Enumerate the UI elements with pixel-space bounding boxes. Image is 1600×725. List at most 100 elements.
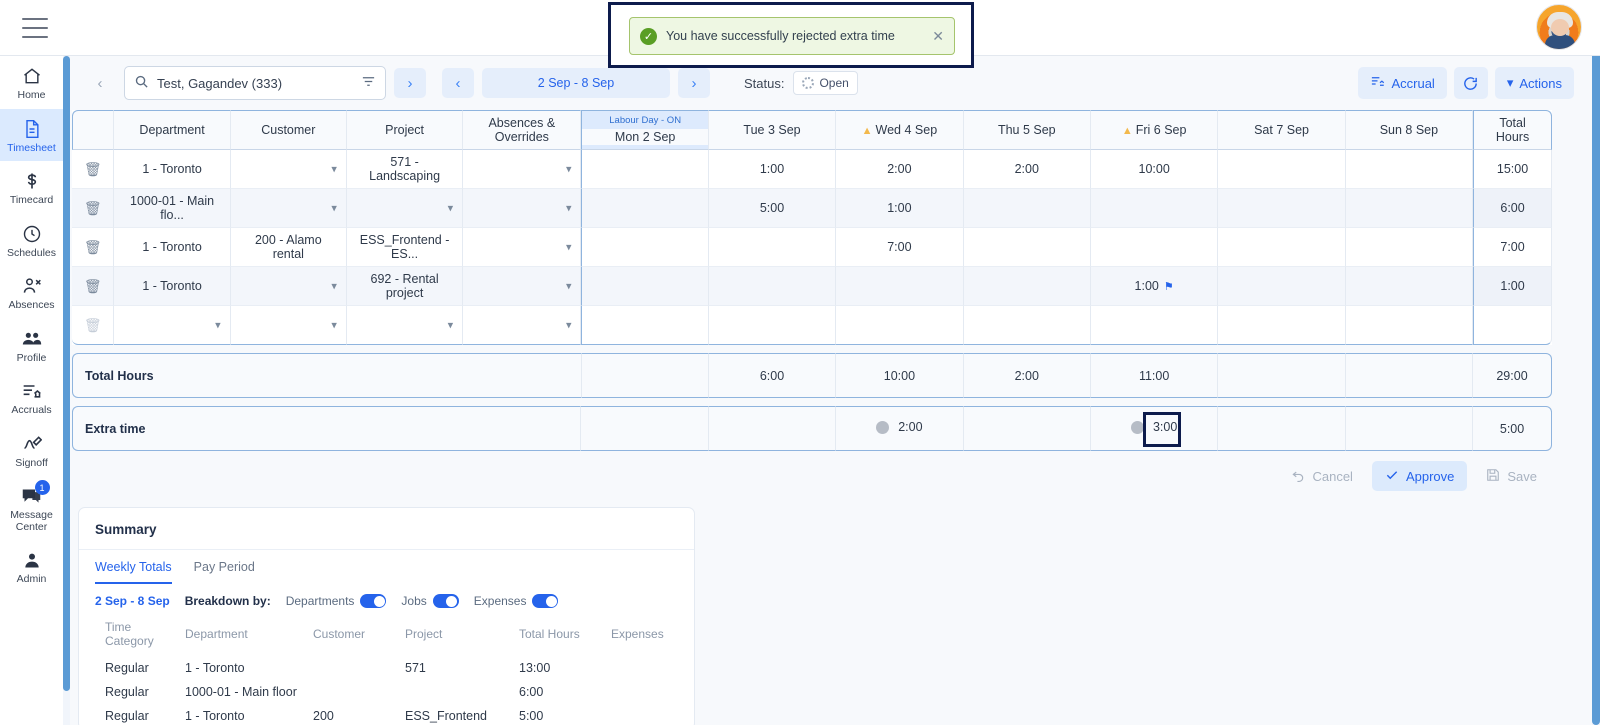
hamburger-icon[interactable] (22, 17, 48, 38)
trash-icon[interactable]: 🗑 (84, 200, 102, 216)
tab-weekly-totals[interactable]: Weekly Totals (95, 560, 172, 584)
cell-hours-tue[interactable] (708, 267, 837, 306)
delete-row-button[interactable]: 🗑 (72, 189, 115, 228)
cell-hours-thu[interactable] (963, 228, 1091, 267)
cell-hours-mon[interactable] (581, 150, 709, 189)
toggle-switch[interactable] (432, 594, 459, 608)
search-input[interactable]: Test, Gagandev (333) (157, 76, 353, 91)
cell-hours-fri[interactable]: 1:00 ⚑ (1090, 267, 1219, 306)
cell-hours-wed[interactable]: 1:00 (836, 189, 964, 228)
extra-thu[interactable] (963, 406, 1091, 451)
header-department[interactable]: Department (114, 110, 231, 150)
extra-wed[interactable]: 2:00 (836, 406, 964, 451)
approve-button[interactable]: Approve (1371, 461, 1468, 491)
cell-hours-tue[interactable] (708, 306, 837, 345)
cell-project[interactable]: 692 - Rental project (346, 267, 464, 306)
cell-hours-thu[interactable] (963, 267, 1091, 306)
sidebar-item-schedules[interactable]: Schedules (0, 214, 63, 267)
cell-department[interactable]: ▾ (114, 306, 231, 345)
cell-hours-mon[interactable] (581, 228, 709, 267)
cell-project[interactable]: 571 - Landscaping (346, 150, 464, 189)
cell-hours-sun[interactable] (1345, 267, 1474, 306)
delete-row-button[interactable]: 🗑 (72, 150, 115, 189)
cell-absences[interactable]: ▾ (463, 267, 582, 306)
header-day-wed[interactable]: ▲ Wed 4 Sep (836, 110, 964, 150)
sidebar-item-admin[interactable]: Admin (0, 540, 63, 593)
cell-customer[interactable]: ▾ (230, 306, 347, 345)
trash-icon[interactable]: 🗑 (84, 239, 102, 255)
cell-hours-sun[interactable] (1345, 306, 1474, 345)
header-absences-overrides[interactable]: Absences & Overrides (463, 110, 582, 150)
cell-customer[interactable]: ▾ (230, 267, 347, 306)
cell-hours-sat[interactable] (1218, 306, 1346, 345)
sidebar-item-accruals[interactable]: Accruals (0, 371, 63, 424)
toggle-jobs[interactable]: Jobs (401, 594, 459, 608)
cell-hours-sun[interactable] (1345, 228, 1474, 267)
cell-hours-wed[interactable]: 2:00 (836, 150, 964, 189)
gray-dot-icon[interactable] (876, 420, 890, 434)
cell-hours-fri[interactable] (1090, 306, 1219, 345)
cell-project[interactable]: ▾ (346, 189, 464, 228)
delete-row-button[interactable]: 🗑 (72, 228, 115, 267)
cell-hours-wed[interactable]: 7:00 (836, 228, 964, 267)
header-day-mon[interactable]: Labour Day - ON Mon 2 Sep (581, 110, 709, 150)
extra-fri[interactable]: 3:00 (1090, 406, 1219, 451)
cell-customer[interactable]: ▾ (230, 189, 347, 228)
refresh-icon[interactable] (1453, 67, 1488, 99)
cancel-button[interactable]: Cancel (1278, 461, 1365, 491)
next-period-button[interactable]: › (678, 68, 710, 98)
filter-icon[interactable] (361, 74, 376, 92)
cell-customer[interactable]: ▾ (230, 150, 347, 189)
cell-project[interactable]: ESS_Frontend - ES... (346, 228, 464, 267)
extra-tue[interactable] (708, 406, 837, 451)
cell-hours-fri[interactable] (1090, 189, 1219, 228)
actions-button[interactable]: ▾ Actions (1494, 67, 1574, 99)
cell-project[interactable]: ▾ (346, 306, 464, 345)
sidebar-item-signoff[interactable]: Signoff (0, 424, 63, 477)
toggle-switch[interactable] (360, 594, 387, 608)
save-button[interactable]: Save (1473, 461, 1550, 491)
header-day-tue[interactable]: Tue 3 Sep (708, 110, 837, 150)
cell-hours-sun[interactable] (1345, 189, 1474, 228)
prev-employee-button[interactable]: ‹ (84, 68, 116, 98)
period-selector[interactable]: 2 Sep - 8 Sep (482, 68, 670, 98)
header-customer[interactable]: Customer (230, 110, 347, 150)
toggle-switch[interactable] (532, 594, 559, 608)
cell-customer[interactable]: 200 - Alamo rental (230, 228, 347, 267)
extra-sat[interactable] (1218, 406, 1346, 451)
cell-department[interactable]: 1 - Toronto (114, 228, 231, 267)
header-day-thu[interactable]: Thu 5 Sep (963, 110, 1091, 150)
header-project[interactable]: Project (346, 110, 464, 150)
avatar[interactable] (1536, 4, 1582, 50)
sidebar-item-home[interactable]: Home (0, 56, 63, 109)
toggle-expenses[interactable]: Expenses (474, 594, 559, 608)
cell-department[interactable]: 1000-01 - Main flo... (114, 189, 231, 228)
cell-hours-wed[interactable] (836, 267, 964, 306)
cell-hours-sat[interactable] (1218, 150, 1346, 189)
cell-hours-fri[interactable] (1090, 228, 1219, 267)
cell-hours-tue[interactable]: 5:00 (708, 189, 837, 228)
employee-search[interactable]: Test, Gagandev (333) (124, 66, 386, 100)
cell-hours-sat[interactable] (1218, 267, 1346, 306)
cell-hours-mon[interactable] (581, 189, 709, 228)
cell-hours-sat[interactable] (1218, 228, 1346, 267)
cell-hours-tue[interactable] (708, 228, 837, 267)
close-icon[interactable]: ✕ (932, 28, 944, 45)
sidebar-item-message-center[interactable]: 1 Message Center (0, 476, 63, 540)
header-day-fri[interactable]: ▲ Fri 6 Sep (1090, 110, 1219, 150)
cell-absences[interactable]: ▾ (463, 189, 582, 228)
cell-hours-tue[interactable]: 1:00 (708, 150, 837, 189)
cell-hours-thu[interactable] (963, 189, 1091, 228)
trash-icon[interactable]: 🗑 (84, 161, 102, 177)
cell-hours-sun[interactable] (1345, 150, 1474, 189)
cell-hours-wed[interactable] (836, 306, 964, 345)
page-scrollbar[interactable] (1592, 47, 1600, 725)
sidebar-scrollbar[interactable] (63, 56, 70, 725)
delete-row-button[interactable]: 🗑 (72, 267, 115, 306)
next-employee-button[interactable]: › (394, 68, 426, 98)
tab-pay-period[interactable]: Pay Period (194, 560, 255, 584)
cell-hours-thu[interactable]: 2:00 (963, 150, 1091, 189)
cell-hours-mon[interactable] (581, 267, 709, 306)
sidebar-item-absences[interactable]: Absences (0, 266, 63, 319)
prev-period-button[interactable]: ‹ (442, 68, 474, 98)
